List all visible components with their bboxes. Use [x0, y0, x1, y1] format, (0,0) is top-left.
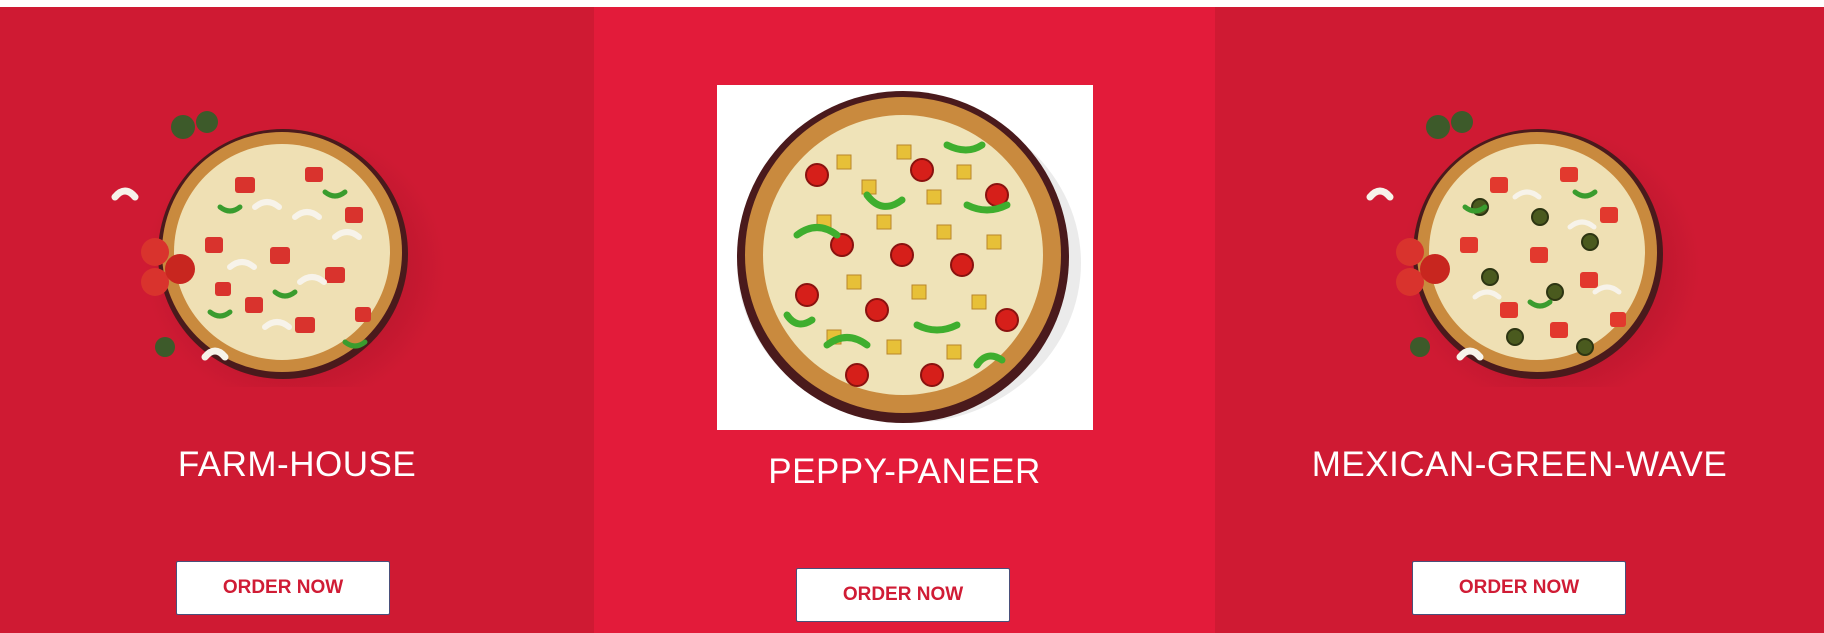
- product-card-peppy-paneer: PEPPY-PANEER ORDER NOW: [594, 7, 1215, 633]
- top-white-strip: [0, 0, 1824, 7]
- product-card-farm-house: FARM-HOUSE ORDER NOW: [0, 7, 594, 633]
- mexican-green-wave-pizza-image: [1366, 111, 1700, 387]
- order-now-button[interactable]: ORDER NOW: [796, 568, 1010, 622]
- product-title: FARM-HOUSE: [177, 445, 417, 484]
- product-title: MEXICAN-GREEN-WAVE: [1311, 445, 1728, 484]
- peppy-paneer-pizza-image: [737, 91, 1081, 423]
- order-now-button[interactable]: ORDER NOW: [1412, 561, 1626, 615]
- farm-house-pizza-image: [111, 111, 445, 387]
- product-card-mexican-green-wave: MEXICAN-GREEN-WAVE ORDER NOW: [1215, 7, 1824, 633]
- product-title: PEPPY-PANEER: [768, 452, 1041, 491]
- product-row: FARM-HOUSE ORDER NOW PEPPY-PANEER ORDER …: [0, 7, 1824, 633]
- order-now-button[interactable]: ORDER NOW: [176, 561, 390, 615]
